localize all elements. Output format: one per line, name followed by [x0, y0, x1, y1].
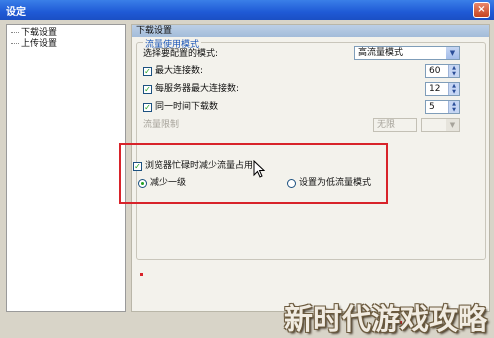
- mouse-cursor-icon: [253, 160, 265, 178]
- spinner-arrows-icon[interactable]: ▲ ▼: [448, 83, 459, 95]
- per-server-spinner[interactable]: 12 ▲ ▼: [425, 82, 460, 96]
- rate-limit-unit-select[interactable]: ▼: [421, 118, 460, 132]
- section-header: 下载设置: [132, 25, 489, 37]
- tree-connector: [11, 32, 19, 33]
- per-server-value: 12: [429, 84, 441, 94]
- simul-download-checkbox[interactable]: ✓: [143, 103, 152, 112]
- mode-select[interactable]: 高流量模式 ▼: [354, 46, 460, 60]
- chevron-down-icon: ▼: [446, 119, 459, 131]
- chevron-down-icon[interactable]: ▼: [446, 47, 459, 59]
- rate-limit-label: 流量限制: [143, 120, 180, 130]
- max-conn-spinner[interactable]: 60 ▲ ▼: [425, 64, 460, 78]
- tree-item-upload[interactable]: 上传设置: [11, 39, 57, 50]
- settings-tree: 下载设置 上传设置: [6, 24, 126, 312]
- mode-select-value: 高流量模式: [358, 48, 404, 58]
- rate-limit-value: 无限: [377, 120, 396, 130]
- marker-dot: [140, 273, 143, 276]
- tree-item-download[interactable]: 下载设置: [11, 28, 57, 39]
- per-server-label: 每服务器最大连接数:: [155, 84, 240, 94]
- max-conn-checkbox[interactable]: ✓: [143, 67, 152, 76]
- window-title: 设定: [6, 7, 26, 18]
- spinner-arrows-icon[interactable]: ▲ ▼: [448, 101, 459, 113]
- per-server-checkbox[interactable]: ✓: [143, 85, 152, 94]
- simul-download-value: 5: [429, 102, 435, 112]
- mode-label: 选择要配置的模式:: [143, 49, 219, 59]
- title-bar: 设定 ×: [0, 0, 494, 20]
- max-conn-value: 60: [429, 66, 441, 76]
- simul-download-spinner[interactable]: 5 ▲ ▼: [425, 100, 460, 114]
- watermark: 新时代游戏攻略: [284, 302, 488, 336]
- tree-item-label: 上传设置: [21, 39, 58, 49]
- simul-download-label: 同一时间下载数: [155, 102, 219, 112]
- tree-item-label: 下载设置: [21, 28, 58, 38]
- max-conn-label: 最大连接数:: [155, 66, 204, 76]
- spinner-arrows-icon[interactable]: ▲ ▼: [448, 65, 459, 77]
- tree-connector: [11, 43, 19, 44]
- close-button[interactable]: ×: [473, 2, 490, 18]
- rate-limit-select[interactable]: 无限: [373, 118, 417, 132]
